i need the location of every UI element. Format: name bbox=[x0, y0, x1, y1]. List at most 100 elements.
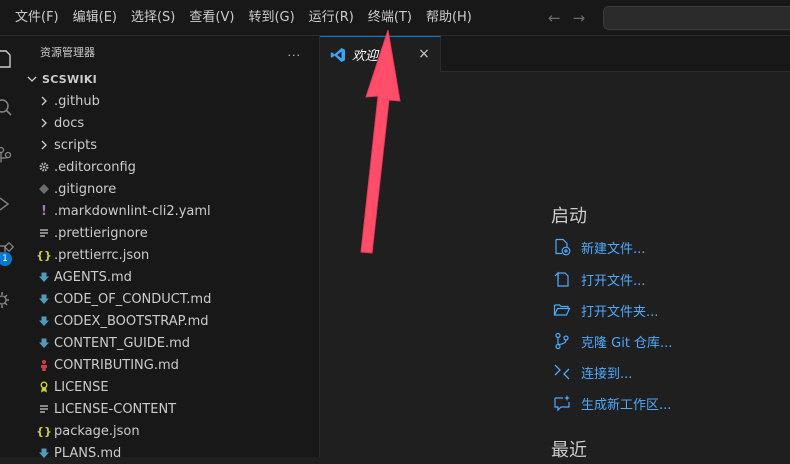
explorer-icon[interactable] bbox=[0, 46, 20, 70]
braces-icon: {} bbox=[36, 248, 52, 262]
tree-item-label: LICENSE bbox=[54, 379, 109, 395]
explorer-title: 资源管理器 bbox=[40, 46, 95, 59]
gear-icon bbox=[36, 159, 52, 175]
open-folder-label: 打开文件夹... bbox=[581, 304, 659, 320]
git-diamond-icon bbox=[36, 181, 52, 197]
new-file-icon bbox=[553, 238, 571, 256]
menu-run[interactable]: 运行(R) bbox=[302, 0, 361, 35]
menu-help[interactable]: 帮助(H) bbox=[419, 0, 479, 35]
menu-edit[interactable]: 编辑(E) bbox=[66, 0, 124, 35]
tree-file[interactable]: .editorconfig bbox=[20, 156, 319, 178]
open-folder-action[interactable]: 打开文件夹... bbox=[553, 299, 658, 321]
tree-file[interactable]: {} .prettierrc.json bbox=[20, 244, 319, 266]
tree-item-label: .github bbox=[54, 93, 100, 109]
menu-file[interactable]: 文件(F) bbox=[8, 0, 66, 35]
tree-item-label: .markdownlint-cli2.yaml bbox=[54, 203, 211, 219]
tree-file[interactable]: AGENTS.md bbox=[20, 266, 319, 288]
menu-bar: 文件(F) 编辑(E) 选择(S) 查看(V) 转到(G) 运行(R) 终端(T… bbox=[0, 0, 479, 35]
source-control-icon[interactable] bbox=[0, 144, 20, 168]
clone-git-repo-label: 克隆 Git 仓库... bbox=[581, 335, 673, 351]
markdown-arrow-icon bbox=[36, 445, 52, 461]
navigation-arrows: ← → bbox=[548, 0, 585, 35]
title-bar: 文件(F) 编辑(E) 选择(S) 查看(V) 转到(G) 运行(R) 终端(T… bbox=[0, 0, 790, 36]
tree-item-label: CONTENT_GUIDE.md bbox=[54, 335, 191, 351]
tree-item-label: AGENTS.md bbox=[54, 269, 132, 285]
git-clone-icon bbox=[553, 332, 571, 350]
markdown-arrow-icon bbox=[36, 269, 52, 285]
markdown-arrow-icon bbox=[36, 335, 52, 351]
activity-bar: 1 bbox=[0, 36, 20, 457]
generate-workspace-action[interactable]: 生成新工作区... bbox=[553, 392, 671, 414]
tree-item-label: docs bbox=[54, 115, 85, 131]
explorer-header: 资源管理器 ... bbox=[20, 36, 319, 68]
markdown-arrow-icon bbox=[36, 291, 52, 307]
search-icon[interactable] bbox=[0, 96, 20, 120]
open-file-label: 打开文件... bbox=[581, 273, 646, 289]
tree-item-label: .prettierrc.json bbox=[54, 247, 150, 263]
tree-item-label: package.json bbox=[54, 423, 140, 439]
exclamation-icon: ! bbox=[41, 203, 47, 219]
person-icon bbox=[36, 357, 52, 373]
workspace-root-label: SCSWIKI bbox=[42, 72, 98, 86]
tree-file[interactable]: CONTENT_GUIDE.md bbox=[20, 332, 319, 354]
tab-welcome-label: 欢迎 bbox=[352, 49, 379, 64]
chevron-right-icon bbox=[36, 93, 52, 109]
tree-file[interactable]: LICENSE-CONTENT bbox=[20, 398, 319, 420]
menu-selection[interactable]: 选择(S) bbox=[124, 0, 182, 35]
chevron-right-icon bbox=[36, 115, 52, 131]
chevron-right-icon bbox=[36, 137, 52, 153]
tree-file[interactable]: CONTRIBUTING.md bbox=[20, 354, 319, 376]
new-workspace-icon bbox=[553, 394, 571, 412]
tree-item-label: LICENSE-CONTENT bbox=[54, 401, 177, 417]
tree-item-label: PLANS.md bbox=[54, 445, 122, 461]
lines-icon bbox=[36, 401, 52, 417]
tree-file[interactable]: .gitignore bbox=[20, 178, 319, 200]
menu-go[interactable]: 转到(G) bbox=[241, 0, 301, 35]
tree-file[interactable]: ! .markdownlint-cli2.yaml bbox=[20, 200, 319, 222]
tree-item-label: .gitignore bbox=[54, 181, 117, 197]
run-debug-icon[interactable] bbox=[0, 192, 20, 216]
workspace-root[interactable]: SCSWIKI bbox=[20, 68, 319, 90]
markdown-arrow-icon bbox=[36, 313, 52, 329]
remote-explorer-icon[interactable] bbox=[0, 288, 20, 312]
editor-tab-bar: 欢迎 × bbox=[320, 36, 790, 72]
back-arrow-icon[interactable]: ← bbox=[548, 9, 561, 27]
tree-folder[interactable]: docs bbox=[20, 112, 319, 134]
close-icon[interactable]: × bbox=[416, 46, 432, 62]
file-tree: .github docs scripts .editorconfig .gitignor… bbox=[20, 90, 319, 464]
start-section-title: 启动 bbox=[551, 206, 587, 227]
more-actions-icon[interactable]: ... bbox=[288, 46, 302, 59]
connect-to-action[interactable]: 连接到... bbox=[553, 361, 632, 383]
open-folder-icon bbox=[553, 301, 571, 319]
tree-folder[interactable]: .github bbox=[20, 90, 319, 112]
remote-connect-icon bbox=[553, 363, 571, 381]
welcome-page: 启动 新建文件... 打开文件... 打开文件夹... 克隆 Git 仓库...… bbox=[320, 72, 790, 461]
new-file-action[interactable]: 新建文件... bbox=[553, 236, 645, 258]
open-file-action[interactable]: 打开文件... bbox=[553, 268, 645, 290]
new-file-label: 新建文件... bbox=[581, 241, 646, 257]
tree-item-label: .editorconfig bbox=[54, 159, 136, 175]
explorer-sidebar: 资源管理器 ... SCSWIKI .github docs scripts .edi… bbox=[20, 36, 320, 461]
tree-file[interactable]: {} package.json bbox=[20, 420, 319, 442]
tab-welcome[interactable]: 欢迎 × bbox=[320, 36, 441, 72]
tree-folder[interactable]: scripts bbox=[20, 134, 319, 156]
tree-item-label: CONTRIBUTING.md bbox=[54, 357, 179, 373]
menu-terminal[interactable]: 终端(T) bbox=[361, 0, 419, 35]
tree-file[interactable]: PLANS.md bbox=[20, 442, 319, 464]
lines-icon bbox=[36, 225, 52, 241]
tree-item-label: CODE_OF_CONDUCT.md bbox=[54, 291, 212, 307]
connect-to-label: 连接到... bbox=[581, 366, 633, 382]
braces-icon: {} bbox=[36, 424, 52, 438]
tree-file[interactable]: .prettierignore bbox=[20, 222, 319, 244]
menu-view[interactable]: 查看(V) bbox=[182, 0, 241, 35]
command-center-search[interactable] bbox=[603, 6, 790, 30]
recent-section-title: 最近 bbox=[551, 440, 587, 461]
tree-file[interactable]: CODE_OF_CONDUCT.md bbox=[20, 288, 319, 310]
clone-git-repo-action[interactable]: 克隆 Git 仓库... bbox=[553, 330, 672, 352]
forward-arrow-icon[interactable]: → bbox=[573, 9, 586, 27]
tree-file[interactable]: CODEX_BOOTSTRAP.md bbox=[20, 310, 319, 332]
tree-file[interactable]: LICENSE bbox=[20, 376, 319, 398]
generate-workspace-label: 生成新工作区... bbox=[581, 397, 672, 413]
open-file-icon bbox=[553, 270, 571, 288]
license-icon bbox=[36, 379, 52, 395]
